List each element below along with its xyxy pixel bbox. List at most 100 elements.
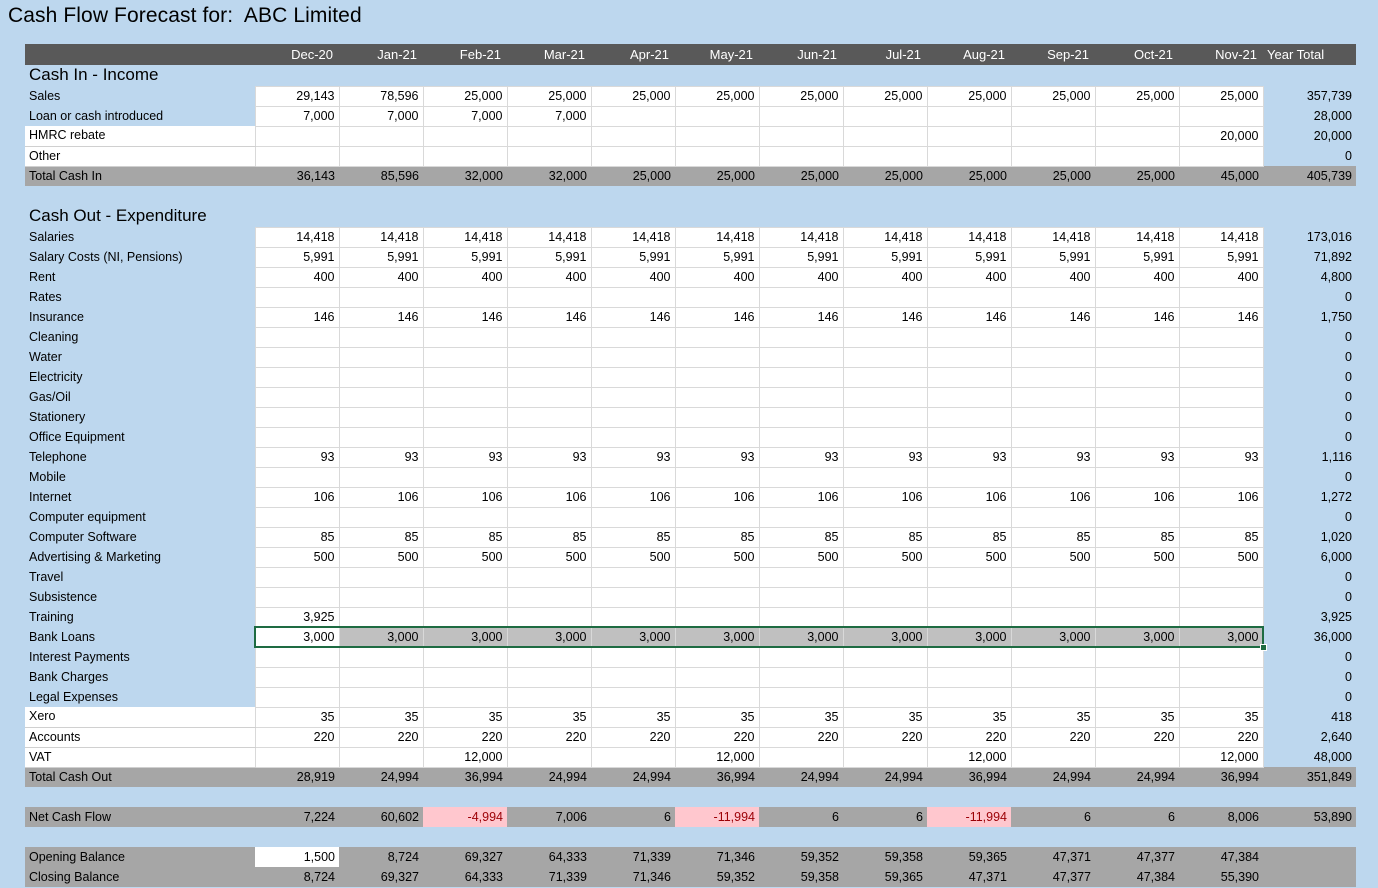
- cell-jan-21[interactable]: [339, 607, 423, 627]
- income-row-0-year-total[interactable]: 357,739: [1263, 86, 1356, 106]
- cell-may-21[interactable]: 25,000: [675, 86, 759, 106]
- net-cash-flow-cell-oct-21[interactable]: 6: [1095, 807, 1179, 827]
- cell-apr-21[interactable]: 106: [591, 487, 675, 507]
- cell-apr-21[interactable]: [591, 106, 675, 126]
- cell-may-21[interactable]: 93: [675, 447, 759, 467]
- cell-jan-21[interactable]: 220: [339, 727, 423, 747]
- cell-apr-21[interactable]: [591, 347, 675, 367]
- cell-nov-21[interactable]: 85: [1179, 527, 1263, 547]
- total-cash-in-cell-nov-21[interactable]: 45,000: [1179, 166, 1263, 186]
- cell-oct-21[interactable]: [1095, 647, 1179, 667]
- cell-jun-21[interactable]: 93: [759, 447, 843, 467]
- cell-apr-21[interactable]: 14,418: [591, 227, 675, 247]
- cell-aug-21[interactable]: [927, 607, 1011, 627]
- cell-may-21[interactable]: [675, 587, 759, 607]
- cell-dec-20[interactable]: [255, 587, 339, 607]
- cell-dec-20[interactable]: [255, 387, 339, 407]
- cell-nov-21[interactable]: [1179, 287, 1263, 307]
- cell-sep-21[interactable]: 220: [1011, 727, 1095, 747]
- opening-balance-cell-feb-21[interactable]: 69,327: [423, 847, 507, 867]
- cell-mar-21[interactable]: [507, 567, 591, 587]
- cell-dec-20[interactable]: [255, 567, 339, 587]
- cell-feb-21[interactable]: 93: [423, 447, 507, 467]
- cell-dec-20[interactable]: 3,925: [255, 607, 339, 627]
- cell-mar-21[interactable]: [507, 647, 591, 667]
- cell-apr-21[interactable]: [591, 747, 675, 767]
- net-cash-flow-cell-apr-21[interactable]: 6: [591, 807, 675, 827]
- cell-oct-21[interactable]: [1095, 427, 1179, 447]
- cell-dec-20[interactable]: [255, 126, 339, 146]
- cell-sep-21[interactable]: 85: [1011, 527, 1095, 547]
- cell-jul-21[interactable]: [843, 146, 927, 166]
- cell-sep-21[interactable]: [1011, 106, 1095, 126]
- cell-may-21[interactable]: 5,991: [675, 247, 759, 267]
- cell-feb-21[interactable]: [423, 507, 507, 527]
- cell-may-21[interactable]: [675, 387, 759, 407]
- cell-nov-21[interactable]: 14,418: [1179, 227, 1263, 247]
- cell-nov-21[interactable]: [1179, 567, 1263, 587]
- cell-apr-21[interactable]: [591, 327, 675, 347]
- expenditure-row-10-year-total[interactable]: 0: [1263, 427, 1356, 447]
- cell-sep-21[interactable]: [1011, 587, 1095, 607]
- cell-mar-21[interactable]: [507, 747, 591, 767]
- cell-may-21[interactable]: 35: [675, 707, 759, 727]
- cell-nov-21[interactable]: 3,000: [1179, 627, 1263, 647]
- total-cash-in-cell-mar-21[interactable]: 32,000: [507, 166, 591, 186]
- cell-oct-21[interactable]: 93: [1095, 447, 1179, 467]
- net-cash-flow-cell-sep-21[interactable]: 6: [1011, 807, 1095, 827]
- cell-aug-21[interactable]: [927, 146, 1011, 166]
- expenditure-row-1-year-total[interactable]: 71,892: [1263, 247, 1356, 267]
- total-cash-in-cell-aug-21[interactable]: 25,000: [927, 166, 1011, 186]
- net-cash-flow-cell-dec-20[interactable]: 7,224: [255, 807, 339, 827]
- cell-jun-21[interactable]: [759, 587, 843, 607]
- cell-aug-21[interactable]: 400: [927, 267, 1011, 287]
- cell-apr-21[interactable]: [591, 287, 675, 307]
- cell-aug-21[interactable]: [927, 106, 1011, 126]
- column-header-jun-21[interactable]: Jun-21: [759, 44, 843, 65]
- total-cash-out-cell-mar-21[interactable]: 24,994: [507, 767, 591, 787]
- cell-dec-20[interactable]: 106: [255, 487, 339, 507]
- cell-apr-21[interactable]: [591, 427, 675, 447]
- cell-jul-21[interactable]: 85: [843, 527, 927, 547]
- cell-may-21[interactable]: 500: [675, 547, 759, 567]
- cell-oct-21[interactable]: [1095, 667, 1179, 687]
- cell-aug-21[interactable]: 93: [927, 447, 1011, 467]
- cell-may-21[interactable]: 85: [675, 527, 759, 547]
- cell-feb-21[interactable]: [423, 687, 507, 707]
- total-cash-out-year-total[interactable]: 351,849: [1263, 767, 1356, 787]
- cell-sep-21[interactable]: 25,000: [1011, 86, 1095, 106]
- cell-mar-21[interactable]: 400: [507, 267, 591, 287]
- cell-dec-20[interactable]: 7,000: [255, 106, 339, 126]
- cell-aug-21[interactable]: 500: [927, 547, 1011, 567]
- cell-nov-21[interactable]: [1179, 327, 1263, 347]
- cell-apr-21[interactable]: [591, 607, 675, 627]
- cell-jul-21[interactable]: [843, 387, 927, 407]
- cell-mar-21[interactable]: 25,000: [507, 86, 591, 106]
- cell-sep-21[interactable]: [1011, 347, 1095, 367]
- cell-jun-21[interactable]: [759, 106, 843, 126]
- cell-oct-21[interactable]: [1095, 106, 1179, 126]
- cell-mar-21[interactable]: [507, 407, 591, 427]
- total-cash-out-cell-feb-21[interactable]: 36,994: [423, 767, 507, 787]
- cell-mar-21[interactable]: 14,418: [507, 227, 591, 247]
- cell-oct-21[interactable]: [1095, 507, 1179, 527]
- column-header-nov-21[interactable]: Nov-21: [1179, 44, 1263, 65]
- cell-sep-21[interactable]: [1011, 467, 1095, 487]
- cell-apr-21[interactable]: 400: [591, 267, 675, 287]
- cell-jul-21[interactable]: 14,418: [843, 227, 927, 247]
- cell-mar-21[interactable]: 146: [507, 307, 591, 327]
- cell-jun-21[interactable]: 35: [759, 707, 843, 727]
- cell-jun-21[interactable]: [759, 687, 843, 707]
- cell-nov-21[interactable]: 106: [1179, 487, 1263, 507]
- cell-jun-21[interactable]: [759, 607, 843, 627]
- cell-oct-21[interactable]: [1095, 607, 1179, 627]
- net-cash-flow-cell-aug-21[interactable]: -11,994: [927, 807, 1011, 827]
- cell-nov-21[interactable]: [1179, 347, 1263, 367]
- cell-may-21[interactable]: [675, 367, 759, 387]
- cell-dec-20[interactable]: 400: [255, 267, 339, 287]
- opening-balance-cell-jun-21[interactable]: 59,352: [759, 847, 843, 867]
- cell-may-21[interactable]: [675, 327, 759, 347]
- cell-dec-20[interactable]: 93: [255, 447, 339, 467]
- total-cash-out-cell-jul-21[interactable]: 24,994: [843, 767, 927, 787]
- cell-jul-21[interactable]: [843, 587, 927, 607]
